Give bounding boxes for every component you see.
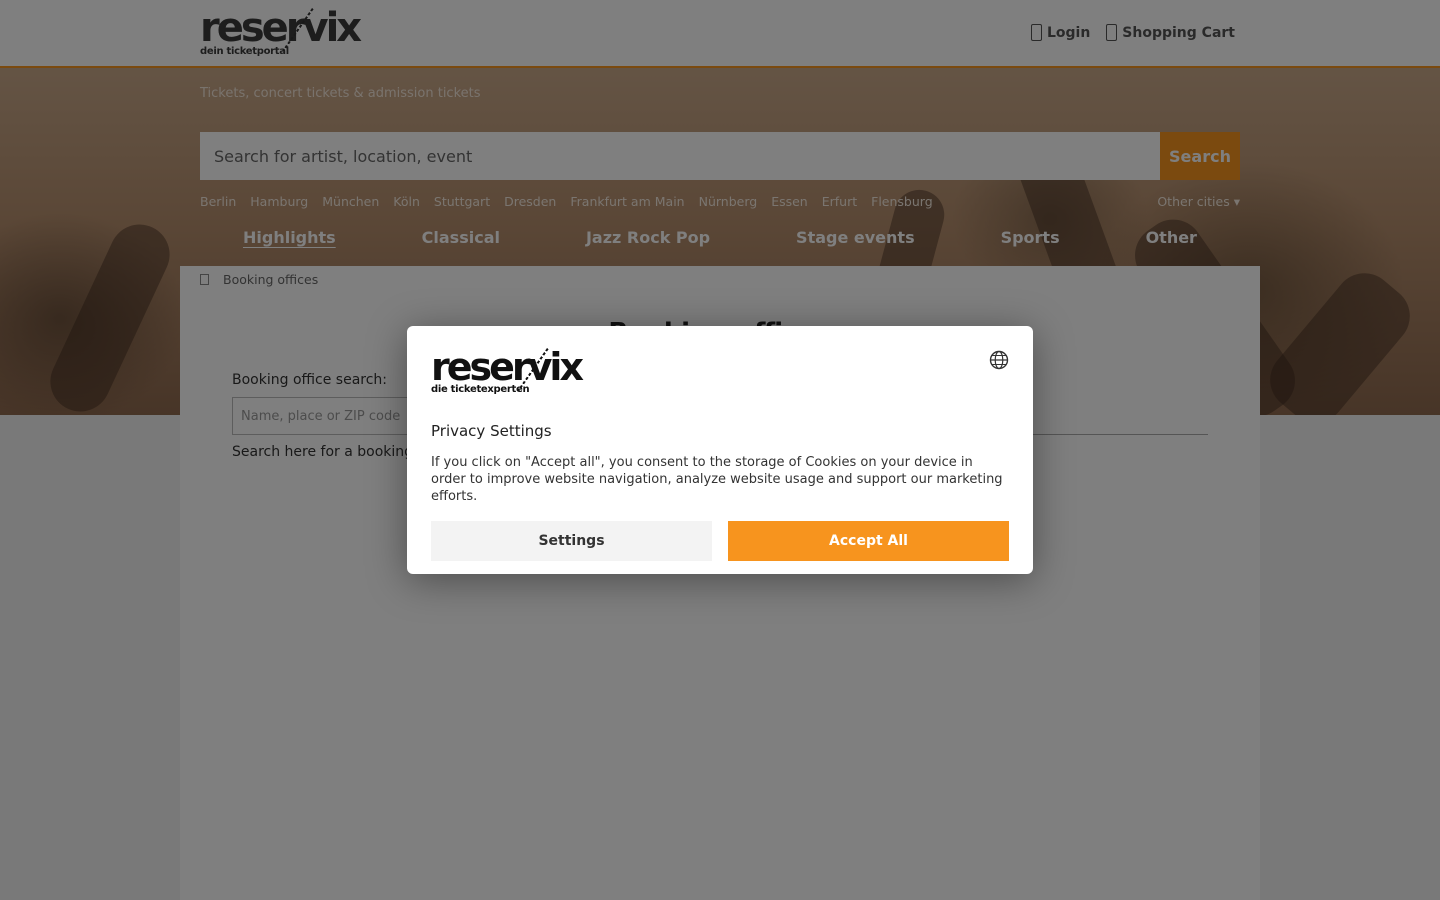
dialog-body-text: If you click on "Accept all", you consen… bbox=[431, 455, 1003, 504]
privacy-settings-dialog: reservix die ticketexperten Privacy Sett… bbox=[407, 326, 1033, 574]
modal-logo-wordmark: reservix bbox=[431, 345, 584, 389]
settings-button[interactable]: Settings bbox=[431, 521, 712, 561]
dialog-title: Privacy Settings bbox=[431, 422, 552, 440]
accept-all-button[interactable]: Accept All bbox=[728, 521, 1009, 561]
globe-icon[interactable] bbox=[989, 350, 1009, 370]
modal-logo: reservix die ticketexperten bbox=[431, 345, 584, 398]
